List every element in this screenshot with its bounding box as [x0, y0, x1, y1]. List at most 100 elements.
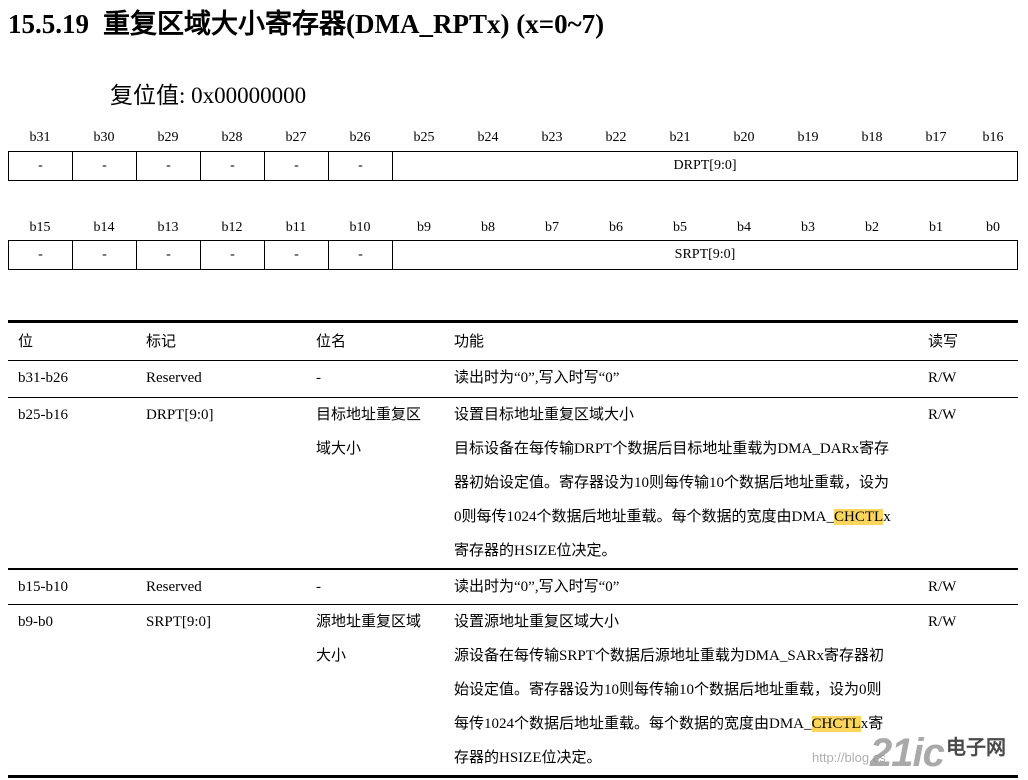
- function-line: 设置目标地址重复区域大小: [454, 407, 635, 423]
- function-text: x寄: [860, 716, 884, 732]
- cell-mark: Reserved: [146, 370, 202, 386]
- reserved-bit-cell: -: [73, 152, 137, 180]
- bit-label: b3: [801, 220, 815, 235]
- highlighted-term: CHCTL: [834, 509, 884, 525]
- reserved-bit-cell: -: [73, 241, 137, 269]
- bit-label: b9: [417, 220, 431, 235]
- highlighted-term: CHCTL: [811, 716, 861, 732]
- bit-label: b30: [93, 130, 115, 145]
- bit-label: b0: [986, 220, 1000, 235]
- cell-rw: R/W: [928, 370, 957, 386]
- bit-label: b31: [29, 130, 51, 145]
- cell-bits: b15-b10: [18, 579, 68, 595]
- col-header-name: 位名: [316, 334, 347, 350]
- function-line: 0则每传1024个数据后地址重载。每个数据的宽度由DMA_CHCTLx: [454, 500, 918, 534]
- bit-label: b24: [477, 130, 499, 145]
- bit-number-row-lower: b15 b14 b13 b12 b11 b10 b9 b8 b7 b6 b5 b…: [8, 218, 1018, 238]
- bit-label: b16: [982, 130, 1004, 145]
- function-line: 存器的HSIZE位决定。: [454, 750, 602, 766]
- cell-function: 设置目标地址重复区域大小 目标设备在每传输DRPT个数据后目标地址重载为DMA_…: [444, 398, 918, 570]
- col-header-rw: 读写: [928, 334, 959, 350]
- function-text: 0则每传1024个数据后地址重载。每个数据的宽度由DMA_: [454, 509, 835, 525]
- bit-label: b11: [285, 220, 307, 235]
- bit-label: b12: [221, 220, 243, 235]
- bit-label: b18: [861, 130, 883, 145]
- reserved-bit-cell: -: [137, 241, 201, 269]
- field-cell-drpt: DRPT[9:0]: [673, 158, 737, 173]
- bit-label: b10: [349, 220, 371, 235]
- col-header-function: 功能: [454, 334, 485, 350]
- bit-field-row-lower: - - - - - - SRPT[9:0]: [8, 240, 1018, 270]
- bit-label: b19: [797, 130, 819, 145]
- table-row: b31-b26 Reserved - 读出时为“0”,写入时写“0” R/W: [8, 361, 1018, 398]
- reserved-bit-cell: -: [9, 152, 73, 180]
- cell-name: 源地址重复区域 大小: [306, 605, 444, 777]
- bit-number-row-upper: b31 b30 b29 b28 b27 b26 b25 b24 b23 b22 …: [8, 128, 1018, 148]
- function-line: 源设备在每传输SRPT个数据后源地址重载为DMA_SARx寄存器初: [454, 648, 885, 664]
- bit-label: b15: [29, 220, 51, 235]
- function-line: 目标设备在每传输DRPT个数据后目标地址重载为DMA_DARx寄存: [454, 441, 890, 457]
- bit-label: b14: [93, 220, 115, 235]
- function-line: 寄存器的HSIZE位决定。: [454, 543, 617, 559]
- section-title: 重复区域大小寄存器(DMA_RPTx) (x=0~7): [103, 9, 605, 39]
- table-row: b15-b10 Reserved - 读出时为“0”,写入时写“0” R/W: [8, 569, 1018, 605]
- reset-value: 复位值: 0x00000000: [110, 83, 307, 108]
- bit-label: b1: [929, 220, 943, 235]
- col-header-mark: 标记: [146, 334, 177, 350]
- section-heading: 15.5.19 重复区域大小寄存器(DMA_RPTx) (x=0~7): [8, 6, 604, 42]
- cell-name: 目标地址重复区 域大小: [306, 398, 444, 570]
- function-line: 读出时为“0”,写入时写“0”: [454, 370, 620, 386]
- cell-rw: R/W: [928, 407, 957, 423]
- bit-label: b6: [609, 220, 623, 235]
- table-header-row: 位 标记 位名 功能 读写: [8, 321, 1018, 361]
- bit-label: b27: [285, 130, 307, 145]
- function-line: 每传1024个数据后地址重载。每个数据的宽度由DMA_CHCTLx寄: [454, 707, 918, 741]
- bit-label: b22: [605, 130, 627, 145]
- table-row: b9-b0 SRPT[9:0] 源地址重复区域 大小 设置源地址重复区域大小 源…: [8, 605, 1018, 777]
- reserved-bit-cell: -: [265, 152, 329, 180]
- bit-label: b8: [481, 220, 495, 235]
- reserved-bit-cell: -: [329, 152, 393, 180]
- col-header-bit: 位: [18, 334, 34, 350]
- bit-label: b4: [737, 220, 751, 235]
- bit-label: b26: [349, 130, 371, 145]
- bit-label: b17: [925, 130, 947, 145]
- name-line: 域大小: [316, 441, 362, 457]
- bit-label: b7: [545, 220, 559, 235]
- function-line: 器初始设定值。寄存器设为10则每传输10个数据后地址重载，设为: [454, 475, 890, 491]
- name-line: 大小: [316, 648, 347, 664]
- reserved-bit-cell: -: [265, 241, 329, 269]
- field-cell-srpt: SRPT[9:0]: [674, 247, 736, 262]
- bit-label: b23: [541, 130, 563, 145]
- cell-function: 读出时为“0”,写入时写“0”: [444, 569, 918, 605]
- cell-function: 读出时为“0”,写入时写“0”: [444, 361, 918, 398]
- cell-rw: R/W: [928, 579, 957, 595]
- bit-label: b29: [157, 130, 179, 145]
- cell-mark: Reserved: [146, 579, 202, 595]
- reserved-bit-cell: -: [201, 241, 265, 269]
- cell-mark: SRPT[9:0]: [146, 614, 212, 630]
- name-line: -: [316, 370, 321, 386]
- bit-label: b28: [221, 130, 243, 145]
- function-text: x: [883, 509, 891, 525]
- bit-label: b20: [733, 130, 755, 145]
- bit-label: b13: [157, 220, 179, 235]
- bit-field-row-upper: - - - - - - DRPT[9:0]: [8, 151, 1018, 181]
- name-line: 源地址重复区域: [316, 614, 422, 630]
- cell-bits: b25-b16: [18, 407, 68, 423]
- reserved-bit-cell: -: [201, 152, 265, 180]
- function-line: 始设定值。寄存器设为10则每传输10个数据后地址重载，设为0则: [454, 682, 882, 698]
- bit-label: b25: [413, 130, 435, 145]
- cell-rw: R/W: [928, 614, 957, 630]
- bit-label: b5: [673, 220, 687, 235]
- cell-mark: DRPT[9:0]: [146, 407, 214, 423]
- cell-name: -: [306, 569, 444, 605]
- table-row: b25-b16 DRPT[9:0] 目标地址重复区 域大小 设置目标地址重复区域…: [8, 398, 1018, 570]
- cell-name: -: [306, 361, 444, 398]
- reserved-bit-cell: -: [329, 241, 393, 269]
- bit-description-table: 位 标记 位名 功能 读写 b31-b26 Reserved - 读出时为“0”…: [8, 320, 1018, 778]
- cell-function: 设置源地址重复区域大小 源设备在每传输SRPT个数据后源地址重载为DMA_SAR…: [444, 605, 918, 777]
- name-line: -: [316, 579, 321, 595]
- cell-bits: b31-b26: [18, 370, 68, 386]
- section-number: 15.5.19: [8, 9, 89, 39]
